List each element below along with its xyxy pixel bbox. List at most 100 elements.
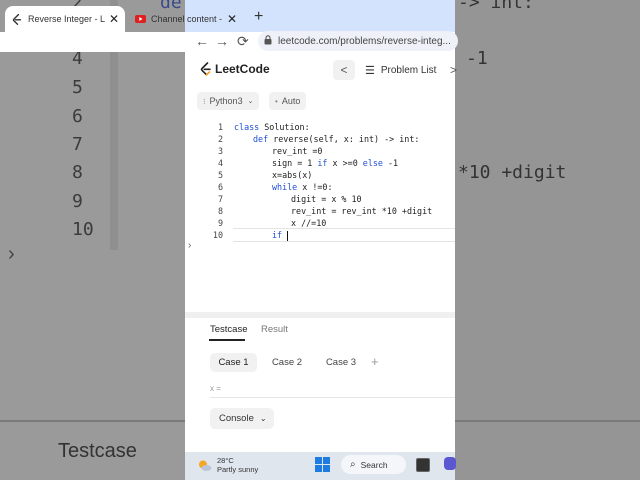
leetcode-logo-icon (200, 62, 211, 76)
forward-button[interactable]: → (215, 33, 229, 49)
code-text: if (272, 229, 289, 241)
background-line-number: 8 (72, 162, 83, 183)
background-right-area (455, 0, 640, 480)
reload-button[interactable]: ⟳ (237, 33, 249, 50)
code-rest: -1 (382, 158, 399, 168)
code-line: 2 def reverse(self, x: int) -> int: (185, 133, 455, 145)
auto-label: Auto (281, 96, 301, 106)
language-select[interactable]: ⁝ Python3 ⌄ (197, 92, 260, 110)
language-label: Python3 (209, 96, 243, 106)
code-rest: reverse(self, x: int) -> int: (273, 134, 420, 144)
code-line: 8 rev_int = rev_int *10 +digit (185, 205, 455, 217)
code-icon: ⁝ (203, 96, 206, 106)
input-label: x = (210, 384, 221, 393)
keyword: if (272, 230, 288, 240)
background-code-fragment: *10 +digit (458, 162, 567, 183)
back-button[interactable]: ← (195, 33, 209, 49)
address-bar-area (0, 32, 270, 52)
add-case-button[interactable]: + (371, 354, 379, 369)
line-number: 5 (217, 170, 223, 180)
logo-text: LeetCode (215, 62, 270, 76)
line-number: 9 (217, 218, 223, 228)
code-text: x=abs(x) (272, 170, 313, 180)
background-chevron-icon: › (8, 243, 15, 265)
code-line: 5 x=abs(x) (185, 169, 455, 181)
code-line: 3 rev_int =0 (185, 145, 455, 157)
line-number: 7 (217, 194, 223, 204)
keyword: def (253, 134, 269, 144)
code-line: 9 x //=10 (185, 217, 455, 229)
case-3-button[interactable]: Case 3 (318, 353, 364, 372)
text-caret (287, 230, 289, 241)
code-text: sign = 1 if x >=0 else -1 (272, 157, 398, 169)
tab-reverse-integer[interactable]: Reverse Integer - Leet ✕ (5, 6, 125, 32)
case-1-button[interactable]: Case 1 (210, 353, 257, 372)
line-number: 3 (217, 146, 223, 156)
temperature: 28°C (217, 456, 234, 465)
background-code-fragment: -1 (466, 48, 488, 69)
line-number: 2 (217, 134, 223, 144)
chevron-down-icon: ⌄ (259, 414, 267, 423)
leetcode-favicon-icon (11, 13, 23, 25)
background-code-area (0, 0, 185, 480)
url-text: leetcode.com/problems/reverse-integ... (278, 35, 451, 47)
leetcode-logo[interactable]: LeetCode (200, 62, 270, 76)
code-line: 1 class Solution: (185, 121, 455, 133)
background-line-number: 9 (72, 191, 83, 212)
line-number: 1 (217, 122, 223, 132)
line-number: 4 (217, 158, 223, 168)
code-line: 10 if (185, 229, 455, 241)
background-testcase-label: Testcase (58, 440, 137, 462)
next-problem-button[interactable]: > (450, 63, 457, 77)
input-field[interactable] (210, 397, 455, 398)
code-text: while x !=0: (272, 181, 333, 193)
taskbar-search[interactable]: ⌕ Search (341, 455, 406, 474)
code-rest: x !=0: (297, 182, 333, 192)
code-rest: Solution: (264, 122, 310, 132)
lock-icon (264, 34, 272, 48)
search-label: Search (360, 459, 388, 470)
code-text: rev_int = rev_int *10 +digit (291, 206, 433, 216)
case-2-button[interactable]: Case 2 (264, 353, 310, 372)
close-tab-icon[interactable]: ✕ (227, 12, 237, 26)
url-input[interactable]: leetcode.com/problems/reverse-integ... (258, 31, 458, 51)
problem-list-label: Problem List (380, 65, 437, 76)
weather-condition: Partly sunny (217, 465, 259, 474)
console-button[interactable]: Console ⌄ (210, 408, 274, 429)
weather-widget[interactable]: 28°C Partly sunny (197, 456, 258, 474)
background-code-fragment: -> int: (458, 0, 534, 13)
keyword: while (272, 182, 298, 192)
code-text: class Solution: (234, 121, 310, 133)
fold-chevron-icon[interactable]: › (188, 240, 191, 251)
keyword: if (317, 158, 328, 168)
background-line-number: 6 (72, 106, 83, 127)
keyword: class (234, 122, 260, 132)
line-number: 6 (217, 182, 223, 192)
code-rest: sign = 1 (272, 158, 318, 168)
code-text: rev_int =0 (272, 146, 323, 156)
problem-list-button[interactable]: ☰ Problem List (365, 64, 436, 77)
close-tab-icon[interactable]: ✕ (109, 12, 119, 26)
windows-start-icon[interactable] (315, 457, 330, 477)
tab-result[interactable]: Result (261, 324, 288, 335)
line-number: 8 (217, 206, 223, 216)
code-text: digit = x % 10 (291, 194, 362, 204)
list-icon: ☰ (365, 65, 375, 77)
chevron-down-icon: ⌄ (247, 98, 254, 105)
taskbar-app-icon[interactable] (416, 458, 430, 472)
auto-toggle[interactable]: • Auto (269, 92, 307, 110)
code-line: 6 while x !=0: (185, 181, 455, 193)
console-label: Console (219, 413, 254, 424)
taskbar-app-icon[interactable] (444, 457, 456, 470)
tab-testcase[interactable]: Testcase (210, 324, 248, 335)
partly-sunny-icon (199, 460, 212, 471)
tab-channel-content[interactable]: Channel content - You ✕ (128, 6, 243, 32)
tab-title: Channel content - You (151, 14, 223, 24)
background-line-number: 7 (72, 134, 83, 155)
code-text: x //=10 (291, 218, 327, 228)
line-number: 10 (212, 230, 223, 240)
prev-problem-button[interactable]: < (333, 60, 355, 80)
keyword: else (362, 158, 383, 168)
tab-title: Reverse Integer - Leet (28, 14, 105, 24)
new-tab-button[interactable]: + (254, 8, 263, 26)
